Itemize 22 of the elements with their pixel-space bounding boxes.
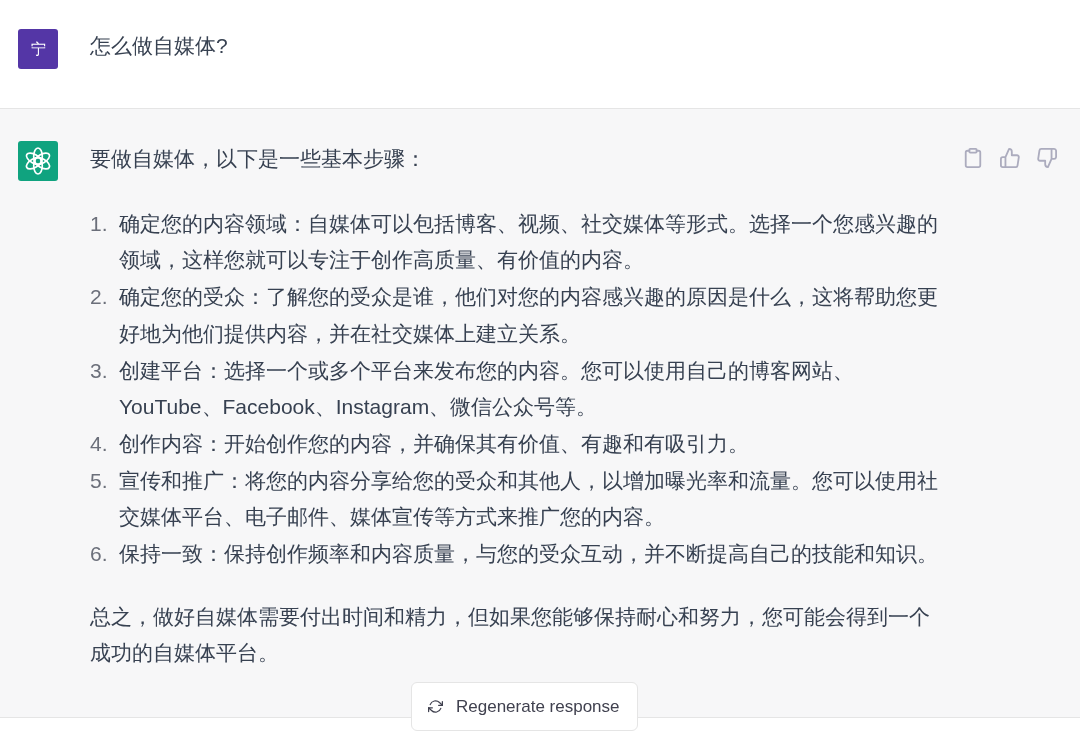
list-item-text: 创作内容：开始创作您的内容，并确保其有价值、有趣和有吸引力。 (119, 430, 750, 457)
user-avatar: 宁 (18, 29, 58, 69)
regenerate-button[interactable]: Regenerate response (411, 682, 638, 731)
list-marker: 4. (90, 431, 108, 455)
list-item-text: 保持一致：保持创作频率和内容质量，与您的受众互动，并不断提高自己的技能和知识。 (119, 541, 939, 568)
paragraph: 总之，做好自媒体需要付出时间和精力，但如果您能够保持耐心和努力，您可能会得到一个成功的自媒体平台。 (90, 603, 931, 667)
atom-logo-icon (18, 141, 58, 181)
paragraph: 要做自媒体，以下是一些基本步骤： (90, 146, 427, 172)
list-marker: 6. (90, 542, 108, 566)
list-item-text: 确定您的受众：了解您的受众是谁，他们对您的内容感兴趣的原因是什么，这将帮助您更好地为他们提供内容，并在社交媒体上建立关系。 (119, 284, 939, 347)
thumbs-up-icon[interactable] (1000, 148, 1020, 168)
list-marker: 3. (90, 358, 108, 382)
list-item-text: 宣传和推广：将您的内容分享给您的受众和其他人，以增加曝光率和流量。您可以使用社交媒体平台、电子邮件、媒体宣传等方式来推广您的内容。 (119, 467, 939, 531)
refresh-icon (428, 699, 443, 714)
list-marker: 1. (90, 211, 108, 235)
list-item-text: 确定您的内容领域：自媒体可以包括博客、视频、社交媒体等形式。选择一个您感兴趣的领域，这样您就可以专注于创作高质量、有价值的内容。 (119, 210, 939, 274)
list-item-text: 创建平台：选择一个或多个平台来发布您的内容。您可以使用自己的博客网站、YouTube、Facebook、Instagram、微信公众号等。 (119, 357, 855, 421)
list-marker: 2. (90, 285, 108, 309)
message-text: 怎么做自媒体? (90, 33, 228, 59)
thumbs-down-icon[interactable] (1037, 148, 1057, 168)
clipboard-icon[interactable] (963, 148, 983, 168)
list-marker: 5. (90, 468, 108, 492)
